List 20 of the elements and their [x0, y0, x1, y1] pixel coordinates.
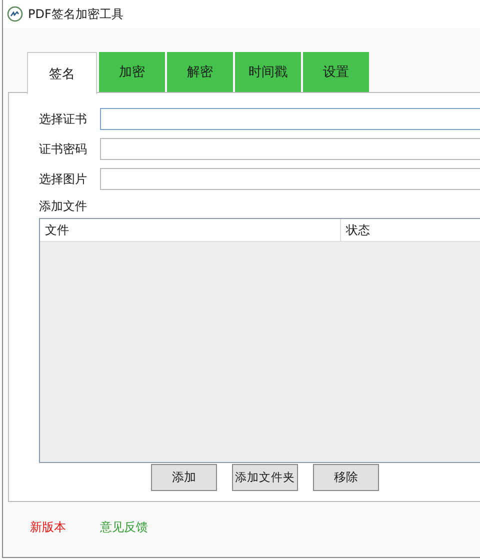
field-label: 选择证书: [39, 110, 88, 128]
tab[interactable]: 解密: [167, 52, 233, 92]
tab[interactable]: 设置: [303, 52, 369, 92]
input-field[interactable]: [100, 108, 480, 130]
tab[interactable]: 时间戳: [235, 52, 301, 92]
link[interactable]: 新版本: [30, 519, 66, 536]
input-field[interactable]: [100, 138, 480, 160]
section-label: 添加文件: [39, 198, 88, 215]
input-field[interactable]: [100, 168, 480, 190]
column-header[interactable]: 状态: [341, 219, 480, 241]
signature-logo-icon: [7, 6, 23, 22]
window-title: PDF签名加密工具: [28, 6, 124, 22]
field-label: 证书密码: [39, 140, 88, 158]
tab[interactable]: 加密: [99, 52, 165, 92]
action-button[interactable]: 添加: [151, 464, 217, 491]
column-header[interactable]: 文件: [40, 219, 341, 241]
field-label: 选择图片: [39, 170, 88, 188]
tab[interactable]: 签名: [27, 52, 97, 94]
action-button[interactable]: 移除: [313, 464, 379, 491]
action-button[interactable]: 添加文件夹: [232, 464, 298, 491]
